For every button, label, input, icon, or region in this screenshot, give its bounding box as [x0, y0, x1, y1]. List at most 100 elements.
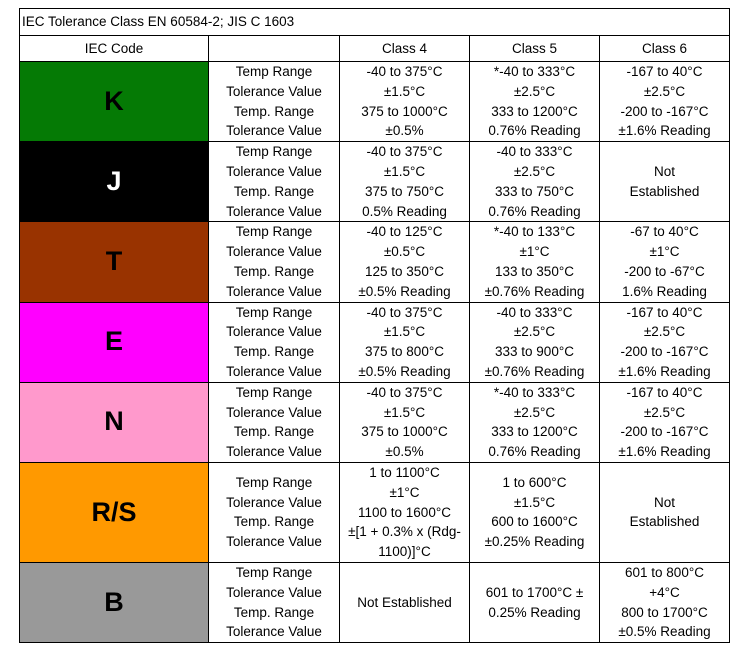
header-class-4: Class 4: [339, 35, 470, 62]
tolerance-value: -200 to -67°C: [624, 263, 705, 279]
header-class-6: Class 6: [599, 35, 730, 62]
parameter-label: Tolerance Value: [226, 244, 322, 260]
tolerance-value: 1.6% Reading: [622, 283, 707, 299]
tolerance-value: 375 to 1000°C: [361, 424, 448, 440]
parameter-label: Tolerance Value: [226, 283, 322, 299]
parameter-label: Temp. Range: [233, 514, 315, 530]
tolerance-value: 125 to 350°C: [365, 263, 444, 279]
tolerance-value: -40 to 375°C: [366, 304, 443, 320]
parameter-label: Tolerance Value: [226, 584, 322, 600]
tolerance-value: +4°C: [649, 584, 680, 600]
tolerance-value: 0.25% Reading: [488, 604, 581, 620]
tolerance-value: 375 to 750°C: [365, 183, 444, 199]
parameter-label: Temp. Range: [233, 344, 315, 360]
header-iec-code: IEC Code: [19, 35, 209, 62]
tolerance-value: ±0.5% Reading: [358, 283, 451, 299]
tolerance-value: 1100 to 1600°C: [358, 504, 451, 520]
tolerance-value: 1 to 1100°C: [369, 464, 440, 480]
tolerance-value: ±2.5°C: [643, 83, 686, 99]
tolerance-value: ±[1 + 0.3% x (Rdg-: [348, 524, 461, 540]
tolerance-value: ±2.5°C: [513, 324, 556, 340]
tolerance-value: ±1°C: [389, 484, 420, 500]
tolerance-value: 0.76% Reading: [488, 203, 581, 219]
class-4-cell: Not Established: [339, 561, 470, 644]
class-5-cell: 1 to 600°C ±1.5°C 600 to 1600°C ±0.25% Read…: [469, 461, 600, 563]
table-row: R/S Temp Range Tolerance Value Temp. Range T…: [19, 461, 730, 563]
parameter-labels-cell: Temp Range Tolerance Value Temp. Range Tole…: [208, 461, 340, 563]
table-row: B Temp Range Tolerance Value Temp. Range Tol…: [19, 561, 730, 644]
tolerance-value: ±0.5% Reading: [618, 624, 711, 640]
parameter-label: Temp Range: [235, 224, 313, 240]
iec-code-label: B: [104, 586, 124, 617]
iec-code-label: N: [104, 406, 124, 437]
tolerance-value: *-40 to 333°C: [493, 384, 576, 400]
class-4-cell: -40 to 375°C ±1.5°C 375 to 800°C ±0.5% Read…: [339, 301, 470, 383]
tolerance-value: Not: [653, 163, 675, 179]
parameter-labels-cell: Temp Range Tolerance Value Temp. Range Tole…: [208, 301, 340, 383]
table-row: E Temp Range Tolerance Value Temp. Range Tol…: [19, 301, 730, 383]
tolerance-value: -40 to 375°C: [366, 144, 443, 160]
tolerance-value: 1100)]°C: [378, 544, 431, 560]
tolerance-value: -40 to 375°C: [366, 64, 443, 79]
tolerance-value: ±1.5°C: [383, 163, 426, 179]
parameter-labels-cell: Temp Range Tolerance Value Temp. Range Tole…: [208, 221, 340, 303]
tolerance-value: ±2.5°C: [513, 163, 556, 179]
class-6-cell: -167 to 40°C ±2.5°C -200 to -167°C ±1.6% Re…: [599, 60, 730, 143]
tolerance-value: ±1.5°C: [383, 324, 426, 340]
tolerance-value: 333 to 900°C: [495, 344, 574, 360]
tolerance-value: 800 to 1700°C: [621, 604, 708, 620]
tolerance-value: -40 to 333°C: [496, 144, 573, 160]
title-row: IEC Tolerance Class EN 60584-2; JIS C 16…: [19, 8, 730, 36]
parameter-label: Tolerance Value: [226, 624, 322, 640]
tolerance-value: ±0.76% Reading: [484, 363, 585, 379]
iec-code-cell: T: [19, 221, 209, 303]
parameter-label: Temp Range: [235, 304, 313, 320]
tolerance-value: 600 to 1600°C: [491, 514, 578, 530]
parameter-label: Temp. Range: [233, 424, 315, 440]
parameter-label: Temp. Range: [233, 604, 315, 620]
tolerance-value: ±1°C: [519, 244, 550, 260]
tolerance-value: -40 to 375°C: [366, 384, 443, 400]
iec-code-label: E: [104, 326, 123, 357]
header-blank: [208, 35, 340, 62]
tolerance-value: ±0.5%: [385, 444, 424, 460]
class-6-cell: Not Established: [599, 141, 730, 223]
tolerance-value: -200 to -167°C: [620, 344, 709, 360]
tolerance-value: *-40 to 333°C: [493, 64, 576, 79]
parameter-label: Temp Range: [235, 564, 313, 580]
class-4-cell: -40 to 125°C ±0.5°C 125 to 350°C ±0.5% Read…: [339, 221, 470, 303]
parameter-labels-cell: Temp Range Tolerance Value Temp. Range Tole…: [208, 60, 340, 143]
tolerance-value: ±1.6% Reading: [618, 123, 711, 139]
tolerance-value: ±1.5°C: [383, 404, 426, 420]
tolerance-value: 0.5% Reading: [362, 203, 447, 219]
tolerance-value: -167 to 40°C: [626, 384, 703, 400]
tolerance-value: ±0.25% Reading: [484, 534, 585, 550]
tolerance-value: 375 to 800°C: [365, 344, 444, 360]
parameter-labels-cell: Temp Range Tolerance Value Temp. Range Tole…: [208, 561, 340, 644]
tolerance-value: 1 to 600°C: [502, 474, 567, 490]
tolerance-value: 133 to 350°C: [495, 263, 574, 279]
tolerance-value: 333 to 1200°C: [491, 103, 578, 119]
class-4-cell: -40 to 375°C ±1.5°C 375 to 750°C 0.5% Readi…: [339, 141, 470, 223]
parameter-label: Temp Range: [235, 474, 313, 490]
class-6-cell: -167 to 40°C ±2.5°C -200 to -167°C ±1.6% Re…: [599, 301, 730, 383]
iec-code-label: T: [105, 246, 123, 277]
tolerance-value: -167 to 40°C: [626, 64, 703, 79]
class-4-cell: -40 to 375°C ±1.5°C 375 to 1000°C ±0.5%: [339, 381, 470, 463]
parameter-label: Temp Range: [235, 64, 313, 79]
parameter-label: Tolerance Value: [226, 444, 322, 460]
tolerance-value: 0.76% Reading: [488, 444, 581, 460]
tolerance-value: ±1.6% Reading: [618, 444, 711, 460]
table-row: T Temp Range Tolerance Value Temp. Range Tol…: [19, 221, 730, 303]
tolerance-value: -67 to 40°C: [630, 224, 699, 240]
class-6-cell: -67 to 40°C ±1°C -200 to -67°C 1.6% Reading: [599, 221, 730, 303]
class-5-cell: 601 to 1700°C ± 0.25% Reading: [469, 561, 600, 644]
iec-tolerance-table: IEC Tolerance Class EN 60584-2; JIS C 16…: [19, 8, 730, 644]
parameter-labels-cell: Temp Range Tolerance Value Temp. Range Tole…: [208, 141, 340, 223]
class-5-cell: -40 to 333°C ±2.5°C 333 to 900°C ±0.76% Rea…: [469, 301, 600, 383]
table-title: IEC Tolerance Class EN 60584-2; JIS C 16…: [19, 8, 730, 36]
table-row: K Temp Range Tolerance Value Temp. Range Tol…: [19, 60, 730, 143]
header-row: IEC Code Class 4 Class 5 Class 6: [19, 35, 730, 62]
iec-code-label: K: [104, 85, 124, 116]
tolerance-value: ±0.76% Reading: [484, 283, 585, 299]
